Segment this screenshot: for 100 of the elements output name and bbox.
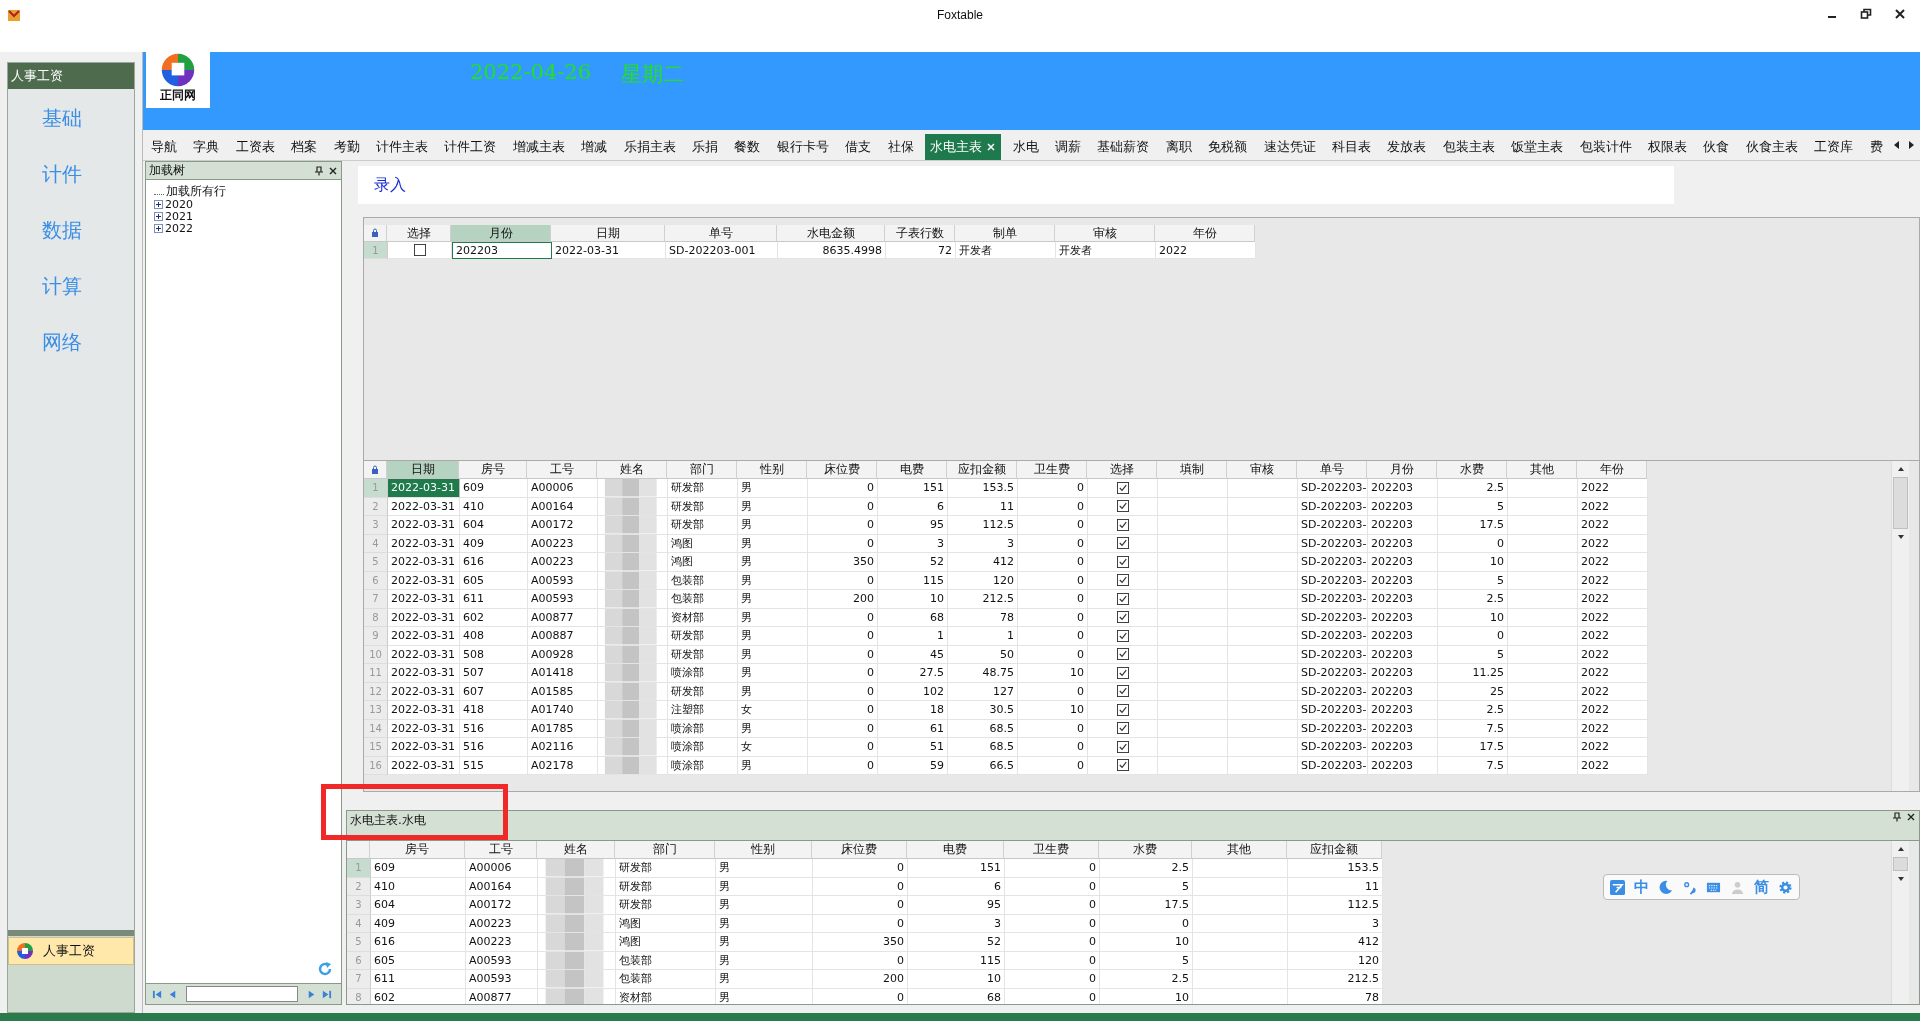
tab[interactable]: 餐数: [729, 134, 766, 160]
tab[interactable]: 考勤: [328, 134, 365, 160]
scroll-down-icon[interactable]: [1896, 534, 1905, 540]
column-header[interactable]: 单号: [1297, 461, 1367, 479]
moon-icon[interactable]: [1658, 879, 1673, 895]
tab[interactable]: 权限表: [1642, 134, 1692, 160]
column-header[interactable]: 单号: [665, 225, 777, 242]
tab[interactable]: 饭堂主表: [1506, 134, 1569, 160]
column-header[interactable]: 姓名: [537, 841, 615, 859]
scroll-up-icon[interactable]: [1896, 846, 1905, 852]
column-header[interactable]: 年份: [1155, 225, 1255, 242]
pin-icon[interactable]: [1892, 812, 1902, 822]
page-field[interactable]: [186, 986, 298, 1002]
scroll-up-icon[interactable]: [1896, 466, 1905, 472]
tab[interactable]: 增减: [576, 134, 613, 160]
tab[interactable]: 银行卡号: [771, 134, 834, 160]
column-header[interactable]: 床位费: [807, 461, 877, 479]
column-header[interactable]: 其他: [1192, 841, 1287, 859]
scroll-thumb[interactable]: [1893, 857, 1908, 871]
column-header[interactable]: 审核: [1227, 461, 1297, 479]
column-header[interactable]: 房号: [370, 841, 465, 859]
scroll-left-icon[interactable]: [1892, 140, 1900, 150]
checkbox[interactable]: [1116, 740, 1129, 753]
tab[interactable]: 增减主表: [507, 134, 570, 160]
tab[interactable]: 计件工资: [439, 134, 502, 160]
tab[interactable]: 水电主表: [925, 134, 1002, 160]
checkbox[interactable]: [1116, 537, 1129, 550]
scrollbar[interactable]: [1891, 841, 1909, 1004]
tab[interactable]: 调薪: [1049, 134, 1086, 160]
column-header[interactable]: 子表行数: [885, 225, 955, 242]
checkbox[interactable]: [1116, 703, 1129, 716]
column-header[interactable]: 年份: [1577, 461, 1647, 479]
table-corner[interactable]: [364, 461, 387, 479]
tab[interactable]: 离职: [1160, 134, 1197, 160]
column-header[interactable]: 水费: [1099, 841, 1192, 859]
tab[interactable]: 工资库: [1809, 134, 1859, 160]
tab[interactable]: 社保: [882, 134, 919, 160]
close-icon[interactable]: [1894, 8, 1906, 20]
tab[interactable]: 科目表: [1326, 134, 1376, 160]
column-header[interactable]: 应扣金额: [947, 461, 1017, 479]
column-header[interactable]: 水电金额: [777, 225, 885, 242]
checkbox[interactable]: [1116, 685, 1129, 698]
tab[interactable]: 借支: [840, 134, 877, 160]
tab[interactable]: 费: [1864, 134, 1888, 160]
tree-node[interactable]: 2020: [154, 198, 193, 210]
checkbox[interactable]: [1116, 666, 1129, 679]
refresh-icon[interactable]: [317, 961, 333, 977]
tab[interactable]: 包装计件: [1574, 134, 1637, 160]
column-header[interactable]: 工号: [527, 461, 597, 479]
tab[interactable]: 工资表: [230, 134, 280, 160]
column-header[interactable]: 卫生费: [1017, 461, 1087, 479]
settings-icon[interactable]: [1778, 879, 1793, 895]
column-header[interactable]: 性别: [737, 461, 807, 479]
tab[interactable]: 字典: [188, 134, 225, 160]
scroll-right-icon[interactable]: [1908, 140, 1916, 150]
input-method-logo-icon[interactable]: [1610, 879, 1625, 895]
last-page-icon[interactable]: [321, 988, 332, 1000]
next-page-icon[interactable]: [306, 988, 317, 1000]
checkbox[interactable]: [1116, 518, 1129, 531]
column-header[interactable]: 其他: [1507, 461, 1577, 479]
column-header[interactable]: 电费: [877, 461, 947, 479]
pin-icon[interactable]: [314, 165, 324, 176]
column-header[interactable]: 性别: [715, 841, 812, 859]
column-header[interactable]: 房号: [459, 461, 527, 479]
column-header[interactable]: 填制: [1157, 461, 1227, 479]
tab[interactable]: 发放表: [1382, 134, 1432, 160]
checkbox[interactable]: [1116, 611, 1129, 624]
column-header[interactable]: 审核: [1055, 225, 1155, 242]
expand-icon[interactable]: [154, 211, 163, 221]
checkbox[interactable]: [1116, 574, 1129, 587]
column-header[interactable]: 水费: [1437, 461, 1507, 479]
column-header[interactable]: 姓名: [597, 461, 667, 479]
close-icon[interactable]: [1906, 812, 1916, 822]
tab[interactable]: 速达凭证: [1258, 134, 1321, 160]
column-header[interactable]: 日期: [387, 461, 459, 479]
checkbox[interactable]: [1116, 500, 1129, 513]
checkbox[interactable]: [1116, 722, 1129, 735]
tab[interactable]: 乐捐: [687, 134, 724, 160]
tab[interactable]: 水电: [1007, 134, 1044, 160]
tab[interactable]: 计件主表: [371, 134, 434, 160]
checkbox[interactable]: [1116, 592, 1129, 605]
first-page-icon[interactable]: [152, 988, 163, 1000]
sidebar-group-item[interactable]: 人事工资: [8, 937, 134, 965]
column-header[interactable]: 部门: [667, 461, 737, 479]
column-header[interactable]: 日期: [551, 225, 665, 242]
column-header[interactable]: 月份: [451, 225, 551, 242]
column-header[interactable]: 选择: [387, 225, 451, 242]
tab[interactable]: 伙食主表: [1740, 134, 1803, 160]
checkbox[interactable]: [1116, 481, 1129, 494]
close-icon[interactable]: [328, 165, 338, 176]
tab[interactable]: 免税额: [1203, 134, 1253, 160]
column-header[interactable]: 部门: [615, 841, 715, 859]
expand-icon[interactable]: [154, 199, 163, 209]
column-header[interactable]: 卫生费: [1004, 841, 1099, 859]
expand-icon[interactable]: [154, 223, 163, 233]
scrollbar[interactable]: [1891, 461, 1909, 791]
tab[interactable]: 基础薪资: [1092, 134, 1155, 160]
previous-page-icon[interactable]: [167, 988, 178, 1000]
scroll-down-icon[interactable]: [1896, 876, 1905, 882]
tab[interactable]: 包装主表: [1437, 134, 1500, 160]
